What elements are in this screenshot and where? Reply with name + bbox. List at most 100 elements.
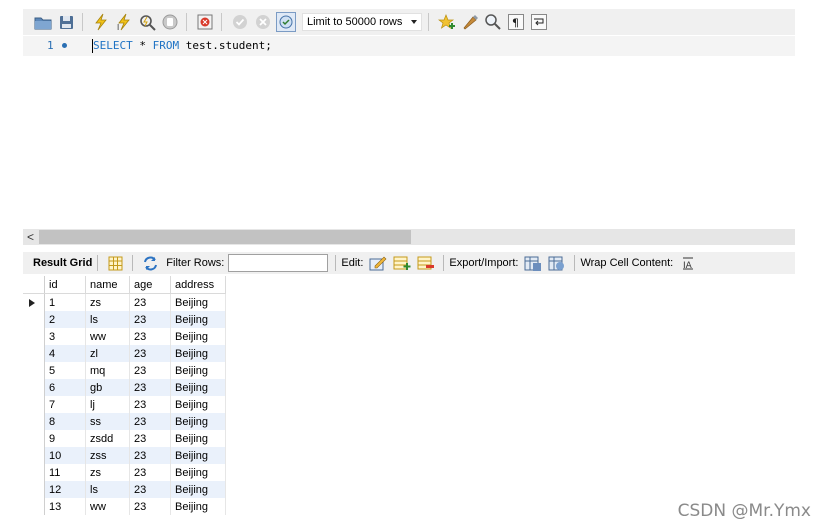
invisible-chars-icon[interactable]: ¶ <box>506 12 526 32</box>
cell-name[interactable]: ww <box>85 498 130 515</box>
cell-name[interactable]: zs <box>85 464 130 481</box>
cell-address[interactable]: Beijing <box>170 498 226 515</box>
open-folder-icon[interactable] <box>33 12 53 32</box>
row-selector[interactable] <box>23 379 45 396</box>
cell-name[interactable]: zsdd <box>85 430 130 447</box>
row-selector[interactable] <box>23 464 45 481</box>
execute-icon[interactable] <box>91 12 111 32</box>
cell-id[interactable]: 8 <box>44 413 86 430</box>
toggle-error-icon[interactable] <box>195 12 215 32</box>
cell-age[interactable]: 23 <box>129 464 171 481</box>
rollback-icon[interactable] <box>253 12 273 32</box>
table-row[interactable]: 12 ls 23 Beijing <box>23 481 226 498</box>
execute-current-icon[interactable]: I <box>114 12 134 32</box>
cell-age[interactable]: 23 <box>129 311 171 328</box>
add-row-icon[interactable] <box>393 254 411 272</box>
commit-icon[interactable] <box>230 12 250 32</box>
table-row[interactable]: 2 ls 23 Beijing <box>23 311 226 328</box>
column-header-address[interactable]: address <box>170 276 226 294</box>
row-selector[interactable] <box>23 362 45 379</box>
explain-icon[interactable] <box>137 12 157 32</box>
cell-age[interactable]: 23 <box>129 413 171 430</box>
export-icon[interactable] <box>524 254 542 272</box>
import-icon[interactable] <box>548 254 566 272</box>
cell-address[interactable]: Beijing <box>170 396 226 413</box>
table-row[interactable]: 13 ww 23 Beijing <box>23 498 226 515</box>
cell-id[interactable]: 7 <box>44 396 86 413</box>
row-selector[interactable] <box>23 498 45 515</box>
sql-statement[interactable]: SELECT * FROM test.student; <box>93 39 272 52</box>
refresh-icon[interactable] <box>141 254 159 272</box>
cell-address[interactable]: Beijing <box>170 293 226 311</box>
column-header-name[interactable]: name <box>85 276 130 294</box>
column-header-age[interactable]: age <box>129 276 171 294</box>
cell-id[interactable]: 10 <box>44 447 86 464</box>
scroll-left-icon[interactable]: < <box>27 230 34 244</box>
cell-name[interactable]: ww <box>85 328 130 345</box>
beautify-icon[interactable] <box>460 12 480 32</box>
cell-name[interactable]: ss <box>85 413 130 430</box>
table-row[interactable]: 1 zs 23 Beijing <box>23 293 226 311</box>
cell-name[interactable]: zl <box>85 345 130 362</box>
cell-name[interactable]: zs <box>85 293 130 311</box>
cell-id[interactable]: 1 <box>44 293 86 311</box>
cell-id[interactable]: 11 <box>44 464 86 481</box>
cell-name[interactable]: lj <box>85 396 130 413</box>
row-selector[interactable] <box>23 447 45 464</box>
cell-address[interactable]: Beijing <box>170 447 226 464</box>
cell-id[interactable]: 9 <box>44 430 86 447</box>
row-selector[interactable] <box>23 345 45 362</box>
save-icon[interactable] <box>56 12 76 32</box>
cell-address[interactable]: Beijing <box>170 464 226 481</box>
cell-age[interactable]: 23 <box>129 345 171 362</box>
cell-age[interactable]: 23 <box>129 481 171 498</box>
filter-rows-input[interactable] <box>228 254 329 272</box>
cell-address[interactable]: Beijing <box>170 328 226 345</box>
cell-age[interactable]: 23 <box>129 379 171 396</box>
cell-age[interactable]: 23 <box>129 430 171 447</box>
cell-id[interactable]: 5 <box>44 362 86 379</box>
autocommit-icon[interactable] <box>276 12 296 32</box>
cell-age[interactable]: 23 <box>129 396 171 413</box>
cell-age[interactable]: 23 <box>129 328 171 345</box>
cell-name[interactable]: zss <box>85 447 130 464</box>
cell-name[interactable]: ls <box>85 481 130 498</box>
cell-address[interactable]: Beijing <box>170 413 226 430</box>
sql-editor[interactable]: 1 SELECT * FROM test.student; <box>23 36 795 56</box>
table-row[interactable]: 6 gb 23 Beijing <box>23 379 226 396</box>
grid-view-icon[interactable] <box>106 254 124 272</box>
cell-id[interactable]: 13 <box>44 498 86 515</box>
row-selector[interactable] <box>23 396 45 413</box>
stop-icon[interactable] <box>160 12 180 32</box>
table-row[interactable]: 4 zl 23 Beijing <box>23 345 226 362</box>
cell-id[interactable]: 2 <box>44 311 86 328</box>
delete-row-icon[interactable] <box>417 254 435 272</box>
horizontal-scrollbar[interactable]: < <box>23 229 795 245</box>
cell-address[interactable]: Beijing <box>170 345 226 362</box>
row-selector[interactable] <box>23 430 45 447</box>
scrollbar-thumb[interactable] <box>39 230 411 244</box>
table-row[interactable]: 10 zss 23 Beijing <box>23 447 226 464</box>
cell-id[interactable]: 6 <box>44 379 86 396</box>
find-icon[interactable] <box>483 12 503 32</box>
column-header-id[interactable]: id <box>44 276 86 294</box>
bookmark-star-icon[interactable] <box>437 12 457 32</box>
cell-age[interactable]: 23 <box>129 447 171 464</box>
table-row[interactable]: 7 lj 23 Beijing <box>23 396 226 413</box>
result-grid-tab[interactable]: Result Grid <box>33 257 92 269</box>
cell-id[interactable]: 12 <box>44 481 86 498</box>
table-row[interactable]: 11 zs 23 Beijing <box>23 464 226 481</box>
edit-row-icon[interactable] <box>369 254 387 272</box>
row-selector[interactable] <box>23 311 45 328</box>
cell-age[interactable]: 23 <box>129 498 171 515</box>
table-row[interactable]: 9 zsdd 23 Beijing <box>23 430 226 447</box>
cell-id[interactable]: 3 <box>44 328 86 345</box>
cell-address[interactable]: Beijing <box>170 311 226 328</box>
cell-name[interactable]: ls <box>85 311 130 328</box>
row-selector[interactable] <box>23 413 45 430</box>
row-selector[interactable] <box>23 328 45 345</box>
wrap-cell-content-icon[interactable]: IA <box>679 254 697 272</box>
cell-address[interactable]: Beijing <box>170 481 226 498</box>
table-row[interactable]: 8 ss 23 Beijing <box>23 413 226 430</box>
cell-name[interactable]: mq <box>85 362 130 379</box>
